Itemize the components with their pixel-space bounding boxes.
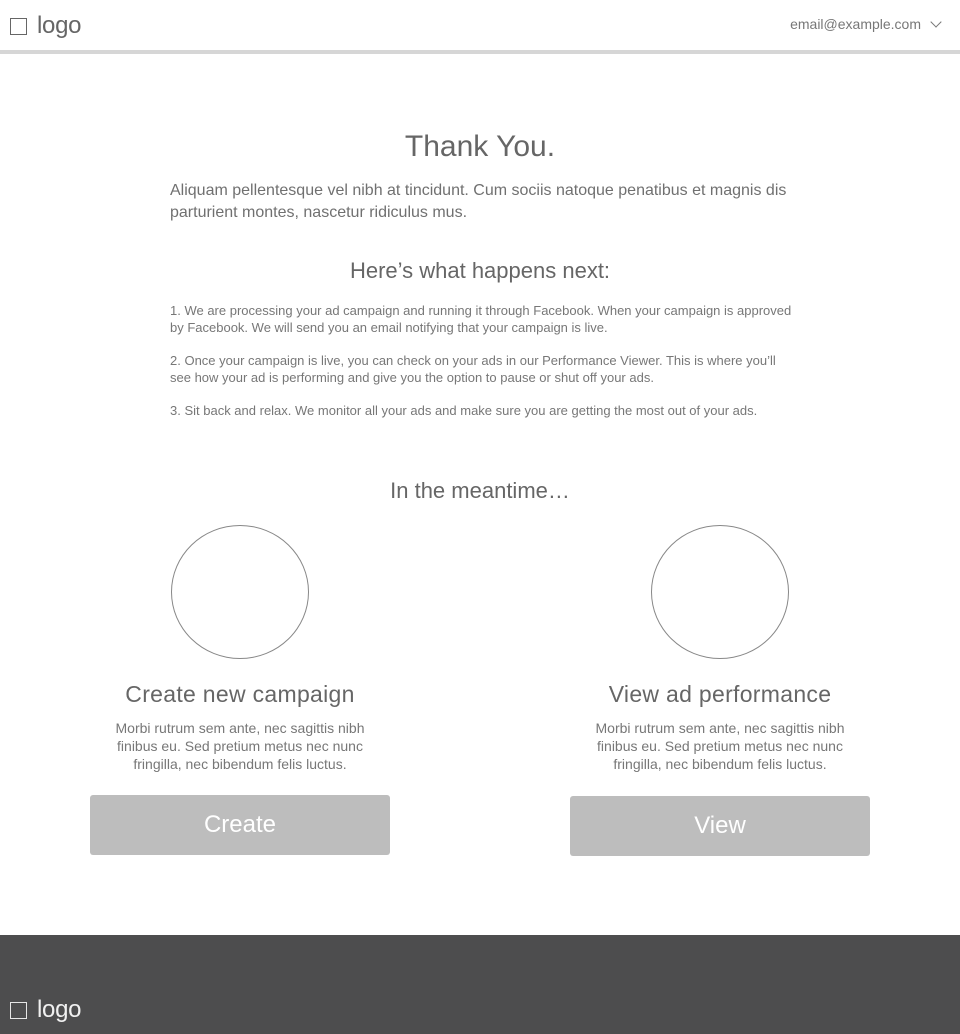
card-title: View ad performance <box>608 681 832 707</box>
meantime-heading: In the meantime… <box>390 478 570 503</box>
view-button[interactable]: View <box>570 796 870 856</box>
header-logo[interactable]: logo <box>10 12 81 40</box>
site-header: logo email@example.com <box>0 0 960 54</box>
next-step-item: 2. Once your campaign is live, you can c… <box>170 353 776 385</box>
footer-logo[interactable]: logo <box>10 996 81 1024</box>
logo-text: logo <box>37 996 82 1023</box>
next-steps-list: 1. We are processing your ad campaign an… <box>170 302 800 435</box>
account-menu[interactable]: email@example.com <box>790 15 942 32</box>
site-footer: logo <box>0 935 960 1034</box>
account-email: email@example.com <box>790 16 921 32</box>
circle-image-placeholder <box>171 525 309 659</box>
logo-text: logo <box>37 12 82 39</box>
next-steps-heading: Here’s what happens next: <box>349 258 611 283</box>
circle-image-placeholder <box>651 525 789 659</box>
card-description: Morbi rutrum sem ante, nec sagittis nibh… <box>115 720 365 772</box>
next-step-item: 3. Sit back and relax. We monitor all yo… <box>170 403 758 418</box>
create-button[interactable]: Create <box>90 795 390 855</box>
intro-text: Aliquam pellentesque vel nibh at tincidu… <box>170 182 787 221</box>
logo-placeholder-icon <box>10 17 27 35</box>
next-step-item: 1. We are processing your ad campaign an… <box>170 303 792 335</box>
card-description: Morbi rutrum sem ante, nec sagittis nibh… <box>595 720 845 772</box>
card-title: Create new campaign <box>125 681 355 707</box>
page-title: Thank You. <box>404 130 556 163</box>
logo-placeholder-icon <box>10 1001 27 1019</box>
view-performance-card: View ad performance Morbi rutrum sem ant… <box>570 525 870 856</box>
chevron-down-icon <box>930 15 942 28</box>
create-campaign-card: Create new campaign Morbi rutrum sem ant… <box>90 525 390 855</box>
